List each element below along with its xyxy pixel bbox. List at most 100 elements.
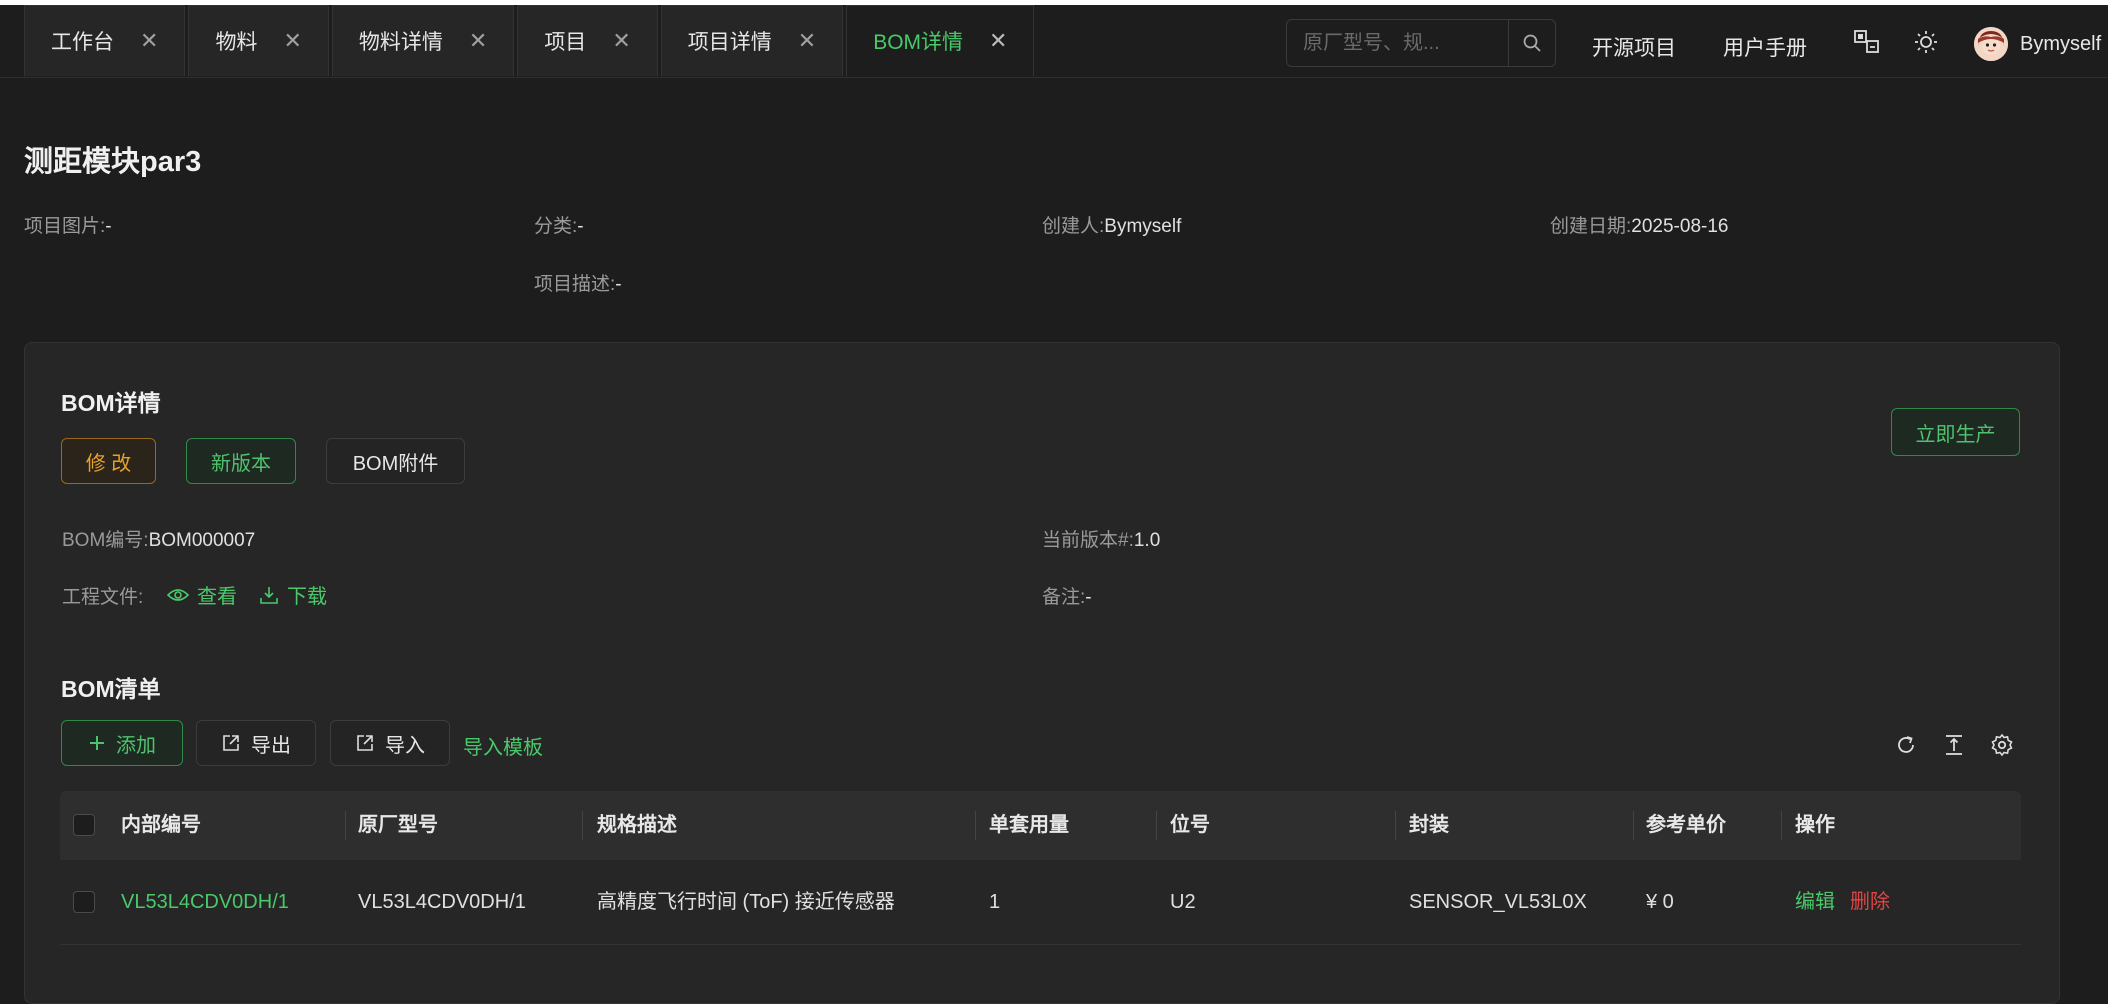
column-separator — [1781, 811, 1782, 840]
tab-project[interactable]: 项目 ✕ — [517, 5, 658, 76]
project-date-info: 创建日期:2025-08-16 — [1550, 211, 1728, 238]
page-title: 测距模块par3 — [24, 146, 202, 178]
close-icon[interactable]: ✕ — [612, 30, 630, 52]
row-checkbox[interactable] — [73, 891, 95, 913]
info-label: 创建日期: — [1550, 216, 1632, 237]
tab-project-detail[interactable]: 项目详情 ✕ — [660, 5, 844, 76]
column-separator — [975, 811, 976, 840]
search-icon — [1523, 34, 1541, 52]
user-manual-link[interactable]: 用户手册 — [1723, 32, 1807, 62]
project-creator-info: 创建人:Bymyself — [1042, 211, 1181, 238]
close-icon[interactable]: ✕ — [283, 30, 301, 52]
search-input[interactable] — [1287, 20, 1508, 66]
project-image-info: 项目图片:- — [24, 211, 112, 238]
export-icon — [223, 735, 239, 751]
import-template-link[interactable]: 导入模板 — [463, 731, 543, 760]
info-value: - — [615, 274, 622, 295]
row-package: SENSOR_VL53L0X — [1409, 891, 1587, 913]
tabs: 工作台 ✕ 物料 ✕ 物料详情 ✕ 项目 ✕ 项目详情 ✕ BOM详情 ✕ — [24, 5, 1037, 77]
column-separator — [1156, 811, 1157, 840]
button-label: 添加 — [116, 734, 156, 757]
info-value: - — [577, 216, 584, 237]
info-label: 项目描述: — [534, 274, 616, 295]
download-icon — [260, 586, 278, 604]
column-header-qty[interactable]: 单套用量 — [989, 791, 1069, 860]
bom-remark-info: 备注:- — [1042, 582, 1092, 609]
tab-material[interactable]: 物料 ✕ — [188, 5, 329, 76]
row-code-link[interactable]: VL53L4CDV0DH/1 — [121, 860, 289, 944]
tab-bar: 工作台 ✕ 物料 ✕ 物料详情 ✕ 项目 ✕ 项目详情 ✕ BOM详情 ✕ 开源项目 用户手… — [0, 5, 2108, 78]
modify-button[interactable]: 修 改 — [61, 438, 156, 484]
plus-icon — [90, 736, 104, 750]
settings-gear-icon[interactable] — [1990, 733, 2014, 757]
info-value: - — [105, 216, 112, 237]
bom-list-title: BOM清单 — [61, 676, 161, 702]
info-value: - — [1085, 587, 1092, 608]
row-qty: 1 — [989, 891, 1001, 913]
table-header: 内部编号 原厂型号 规格描述 单套用量 位号 封装 参考单价 操作 — [60, 791, 2021, 860]
tab-workbench[interactable]: 工作台 ✕ — [24, 5, 186, 76]
new-version-button[interactable]: 新版本 — [186, 438, 296, 484]
add-button[interactable]: 添加 — [61, 720, 183, 766]
project-category-info: 分类:- — [534, 211, 584, 238]
column-header-price[interactable]: 参考单价 — [1646, 791, 1726, 860]
info-label: 备注: — [1042, 587, 1086, 608]
tab-label: BOM详情 — [873, 31, 964, 54]
row-spec: 高精度飞行时间 (ToF) 接近传感器 — [597, 891, 895, 913]
row-edit-link[interactable]: 编辑 — [1795, 860, 1835, 944]
button-label: 导入 — [385, 734, 425, 757]
tab-bom-detail[interactable]: BOM详情 ✕ — [846, 5, 1035, 76]
select-all-checkbox[interactable] — [73, 814, 95, 836]
theme-sun-icon[interactable] — [1913, 29, 1939, 55]
column-separator — [345, 811, 346, 840]
info-value: 2025-08-16 — [1631, 216, 1729, 237]
column-header-actions: 操作 — [1795, 814, 1835, 836]
avatar-image — [1974, 27, 2008, 61]
translate-icon[interactable] — [1853, 29, 1881, 55]
download-files-link[interactable]: 下载 — [259, 580, 327, 609]
column-header-ref[interactable]: 位号 — [1170, 791, 1210, 860]
produce-now-button[interactable]: 立即生产 — [1891, 408, 2020, 456]
column-separator — [1395, 811, 1396, 840]
open-source-link[interactable]: 开源项目 — [1592, 32, 1676, 62]
column-header-code[interactable]: 内部编号 — [121, 791, 201, 860]
search-button[interactable] — [1508, 20, 1555, 66]
row-delete-link[interactable]: 删除 — [1850, 860, 1890, 944]
refresh-icon[interactable] — [1894, 733, 1918, 757]
export-button[interactable]: 导出 — [196, 720, 316, 766]
import-icon — [357, 735, 373, 751]
link-label: 查看 — [197, 586, 237, 608]
info-label: BOM编号: — [62, 530, 149, 551]
avatar[interactable] — [1974, 27, 2008, 61]
close-icon[interactable]: ✕ — [798, 30, 816, 52]
info-label: 项目图片: — [24, 216, 106, 237]
view-files-link[interactable]: 查看 — [167, 580, 237, 609]
info-label: 工程文件: — [62, 587, 144, 608]
column-separator — [582, 811, 583, 840]
import-button[interactable]: 导入 — [330, 720, 450, 766]
column-header-model[interactable]: 原厂型号 — [358, 791, 438, 860]
link-label: 下载 — [287, 586, 327, 608]
column-height-icon[interactable] — [1942, 733, 1966, 757]
column-header-package[interactable]: 封装 — [1409, 791, 1449, 860]
username[interactable]: Bymyself — [2020, 33, 2101, 56]
row-ref: U2 — [1170, 891, 1196, 913]
column-header-spec[interactable]: 规格描述 — [597, 791, 677, 860]
tab-label: 项目详情 — [687, 31, 772, 54]
info-label: 分类: — [534, 216, 578, 237]
tab-material-detail[interactable]: 物料详情 ✕ — [331, 5, 515, 76]
row-price: ¥ 0 — [1646, 891, 1674, 913]
bom-number-info: BOM编号:BOM000007 — [62, 525, 255, 552]
bom-attachment-button[interactable]: BOM附件 — [326, 438, 465, 484]
bom-table: 内部编号 原厂型号 规格描述 单套用量 位号 封装 参考单价 操作 VL53L4… — [60, 791, 2021, 945]
close-icon[interactable]: ✕ — [989, 30, 1007, 52]
table-row: VL53L4CDV0DH/1 VL53L4CDV0DH/1 高精度飞行时间 (T… — [60, 860, 2021, 945]
info-label: 当前版本#: — [1042, 530, 1134, 551]
button-label: 导出 — [251, 734, 291, 757]
info-value: 1.0 — [1133, 530, 1161, 551]
close-icon[interactable]: ✕ — [140, 30, 158, 52]
project-description-info: 项目描述:- — [534, 269, 622, 296]
tab-label: 工作台 — [51, 31, 114, 54]
tab-label: 物料详情 — [358, 31, 443, 54]
close-icon[interactable]: ✕ — [469, 30, 487, 52]
